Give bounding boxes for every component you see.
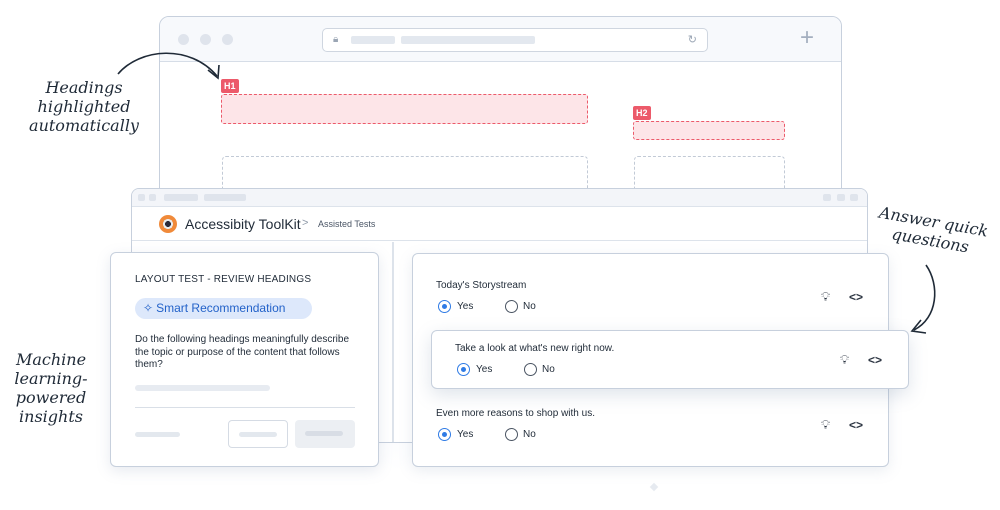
smart-recommendation-chip[interactable]: ✧ Smart Recommendation [135, 298, 312, 319]
titlebar-dot [837, 194, 845, 201]
no-label: No [523, 301, 536, 312]
code-icon[interactable]: <> [849, 418, 863, 432]
no-radio[interactable] [524, 363, 537, 376]
yes-radio[interactable] [438, 428, 451, 441]
breadcrumb-separator: > [302, 217, 309, 229]
recommendation-label: Smart Recommendation [156, 301, 286, 315]
review-question: Do the following headings meaningfully d… [135, 334, 350, 370]
arrowhead [910, 319, 927, 334]
breadcrumb[interactable]: Assisted Tests [318, 219, 375, 229]
lightbulb-icon[interactable]: 💡︎ [840, 352, 849, 368]
toolkit-header: Accessibity ToolKit > Assisted Tests [132, 207, 867, 241]
code-icon[interactable]: <> [849, 290, 863, 304]
reload-icon[interactable]: ↻ [688, 33, 697, 46]
url-placeholder [351, 36, 395, 44]
titlebar-placeholder [164, 194, 198, 201]
h1-badge: H1 [221, 79, 239, 93]
lock-icon: 🔒︎ [333, 34, 339, 45]
browser-window: 🔒︎ ↻ + H1 H2 [159, 16, 842, 206]
browser-toolbar: 🔒︎ ↻ + [160, 17, 841, 62]
address-bar[interactable]: 🔒︎ ↻ [322, 28, 708, 52]
new-tab-icon[interactable]: + [800, 24, 814, 52]
button-placeholder [239, 432, 277, 437]
yes-label: Yes [457, 429, 474, 440]
titlebar-dot [850, 194, 858, 201]
no-label: No [542, 364, 555, 375]
button-placeholder [305, 431, 343, 436]
sparkle-icon: ✧ [143, 301, 154, 315]
app-title: Accessibity ToolKit [185, 216, 301, 232]
no-label: No [523, 429, 536, 440]
arrow-answer [913, 264, 936, 331]
window-dot [200, 34, 211, 45]
annotation-answer: Answer quick questions [870, 202, 995, 260]
annotation-line: learning- [14, 369, 88, 388]
yes-radio[interactable] [457, 363, 470, 376]
decorative-dot [649, 482, 659, 492]
code-icon[interactable]: <> [868, 353, 882, 367]
annotation-headings: Headings highlighted automatically [28, 78, 140, 135]
titlebar-dot [149, 194, 156, 201]
h1-highlight [221, 94, 588, 124]
h2-highlight [633, 121, 785, 140]
url-placeholder [401, 36, 535, 44]
text-placeholder [135, 432, 180, 437]
panel-titlebar [132, 189, 867, 207]
annotation-line: Machine [15, 350, 87, 369]
primary-button[interactable] [295, 420, 355, 448]
yes-radio[interactable] [438, 300, 451, 313]
review-title: LAYOUT TEST - REVIEW HEADINGS [135, 274, 312, 285]
yes-label: Yes [457, 301, 474, 312]
annotation-line: powered [15, 388, 87, 407]
window-dot [178, 34, 189, 45]
h2-badge: H2 [633, 106, 651, 120]
annotation-line: automatically [29, 116, 139, 135]
eye-logo-icon [159, 215, 177, 233]
titlebar-dot [138, 194, 145, 201]
annotation-line: insights [19, 407, 83, 426]
question-text: Take a look at what's new right now. [455, 343, 615, 354]
no-radio[interactable] [505, 428, 518, 441]
text-placeholder [135, 385, 270, 391]
divider [135, 407, 355, 408]
annotation-line: Headings [45, 78, 123, 97]
titlebar-placeholder [204, 194, 246, 201]
annotation-line: highlighted [37, 97, 131, 116]
yes-label: Yes [476, 364, 493, 375]
lightbulb-icon[interactable]: 💡︎ [821, 417, 830, 433]
window-dot [222, 34, 233, 45]
panel-divider [392, 242, 394, 442]
review-card: LAYOUT TEST - REVIEW HEADINGS ✧ Smart Rec… [110, 252, 379, 467]
titlebar-dot [823, 194, 831, 201]
annotation-machine: Machine learning- powered insights [6, 350, 96, 426]
question-text: Today's Storystream [436, 280, 527, 291]
active-question-card: Take a look at what's new right now. Yes… [431, 330, 909, 389]
question-text: Even more reasons to shop with us. [436, 408, 595, 419]
secondary-button[interactable] [228, 420, 288, 448]
no-radio[interactable] [505, 300, 518, 313]
lightbulb-icon[interactable]: 💡︎ [821, 289, 830, 305]
